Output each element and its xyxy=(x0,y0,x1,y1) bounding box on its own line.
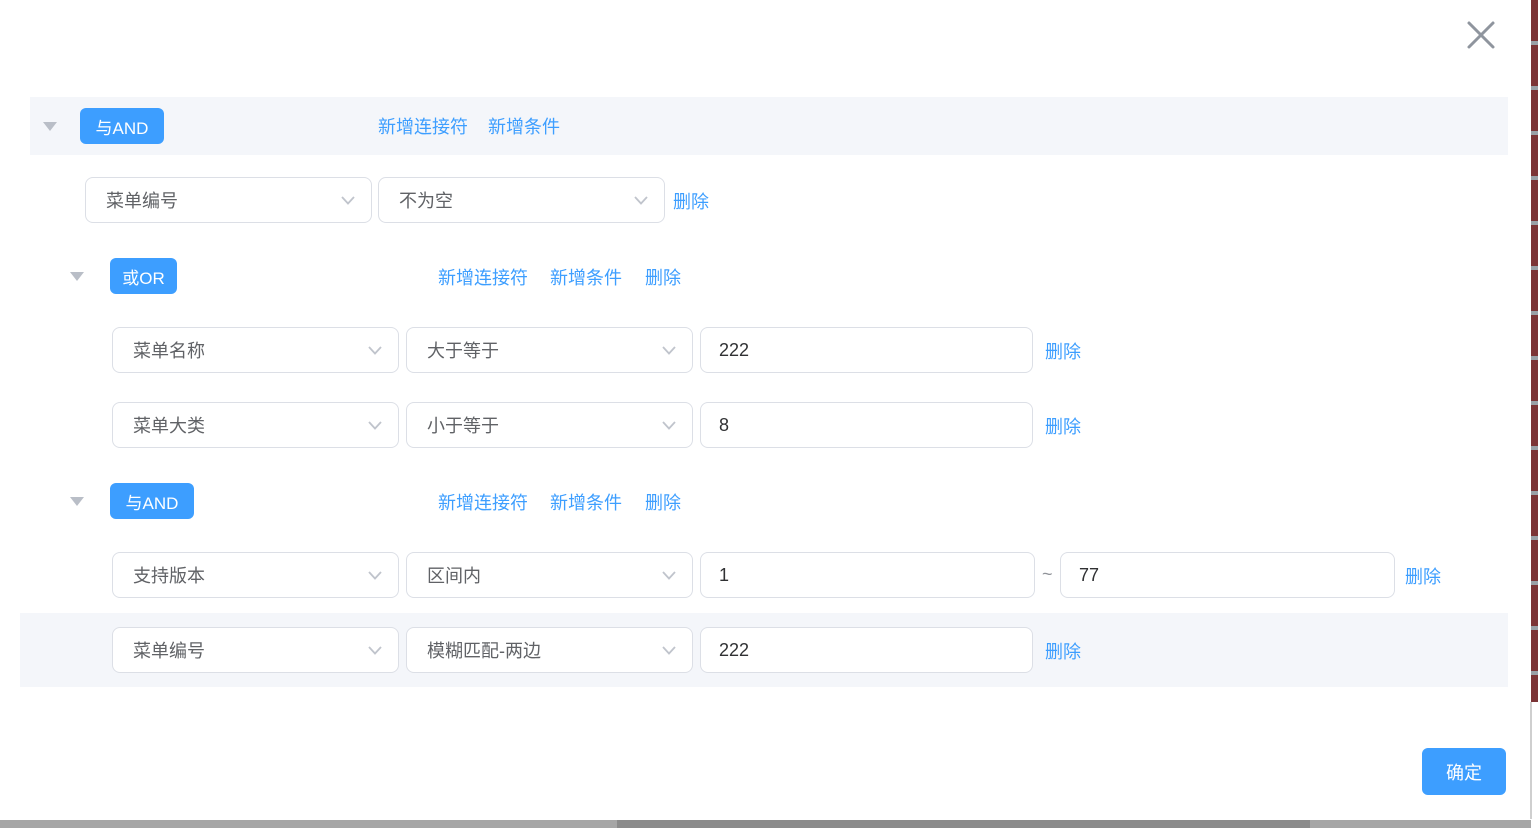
chevron-down-icon xyxy=(662,571,676,580)
delete-condition-link[interactable]: 删除 xyxy=(1045,338,1081,364)
chevron-down-icon xyxy=(662,421,676,430)
chevron-down-icon xyxy=(634,196,648,205)
add-condition-link[interactable]: 新增条件 xyxy=(488,113,560,139)
group-and-root-row: 与AND 新增连接符 新增条件 xyxy=(30,97,1508,155)
chevron-down-icon xyxy=(662,346,676,355)
chevron-down-icon xyxy=(368,571,382,580)
range-separator: ~ xyxy=(1042,564,1053,585)
operator-select-value: 小于等于 xyxy=(427,412,662,438)
collapse-caret-icon[interactable] xyxy=(70,497,84,506)
collapse-caret-icon[interactable] xyxy=(70,272,84,281)
add-condition-link[interactable]: 新增条件 xyxy=(550,264,622,290)
field-select[interactable]: 支持版本 xyxy=(112,552,399,598)
condition-row: 菜单编号 不为空 删除 xyxy=(0,177,1538,223)
condition-row-highlighted: 菜单编号 模糊匹配-两边 删除 xyxy=(20,613,1508,687)
close-button[interactable] xyxy=(1460,14,1502,56)
operator-select[interactable]: 模糊匹配-两边 xyxy=(406,627,693,673)
logic-badge-and[interactable]: 与AND xyxy=(110,483,194,519)
delete-condition-link[interactable]: 删除 xyxy=(1045,413,1081,439)
dialog-right-border xyxy=(1530,702,1532,819)
collapse-caret-icon[interactable] xyxy=(43,122,57,131)
chevron-down-icon xyxy=(368,646,382,655)
field-select[interactable]: 菜单名称 xyxy=(112,327,399,373)
condition-row: 支持版本 区间内 ~ 删除 xyxy=(0,552,1538,598)
value-input[interactable] xyxy=(700,627,1033,673)
field-select-value: 菜单编号 xyxy=(106,187,341,213)
operator-select-value: 模糊匹配-两边 xyxy=(427,637,662,663)
group-and-nested-row: 与AND 新增连接符 新增条件 删除 xyxy=(0,477,1538,525)
horizontal-scrollbar[interactable] xyxy=(0,820,1531,828)
range-to-input[interactable] xyxy=(1060,552,1395,598)
logic-badge-and[interactable]: 与AND xyxy=(80,108,164,144)
delete-condition-link[interactable]: 删除 xyxy=(1405,563,1441,589)
add-connector-link[interactable]: 新增连接符 xyxy=(438,489,528,515)
operator-select-value: 区间内 xyxy=(427,562,662,588)
field-select-value: 菜单大类 xyxy=(133,412,368,438)
field-select-value: 支持版本 xyxy=(133,562,368,588)
operator-select-value: 大于等于 xyxy=(427,337,662,363)
value-input[interactable] xyxy=(700,402,1033,448)
chevron-down-icon xyxy=(662,646,676,655)
operator-select[interactable]: 小于等于 xyxy=(406,402,693,448)
add-condition-link[interactable]: 新增条件 xyxy=(550,489,622,515)
operator-select[interactable]: 不为空 xyxy=(378,177,665,223)
delete-group-link[interactable]: 删除 xyxy=(645,264,681,290)
operator-select-value: 不为空 xyxy=(399,187,634,213)
add-connector-link[interactable]: 新增连接符 xyxy=(438,264,528,290)
delete-condition-link[interactable]: 删除 xyxy=(673,188,709,214)
horizontal-scrollbar-thumb[interactable] xyxy=(617,820,1310,828)
add-connector-link[interactable]: 新增连接符 xyxy=(378,113,468,139)
range-from-input[interactable] xyxy=(700,552,1035,598)
condition-row: 菜单名称 大于等于 删除 xyxy=(0,327,1538,373)
field-select[interactable]: 菜单编号 xyxy=(85,177,372,223)
operator-select[interactable]: 区间内 xyxy=(406,552,693,598)
close-icon xyxy=(1464,18,1498,52)
delete-group-link[interactable]: 删除 xyxy=(645,489,681,515)
chevron-down-icon xyxy=(368,346,382,355)
operator-select[interactable]: 大于等于 xyxy=(406,327,693,373)
chevron-down-icon xyxy=(368,421,382,430)
chevron-down-icon xyxy=(341,196,355,205)
condition-row: 菜单大类 小于等于 删除 xyxy=(0,402,1538,448)
confirm-button[interactable]: 确定 xyxy=(1422,748,1506,795)
field-select[interactable]: 菜单大类 xyxy=(112,402,399,448)
field-select[interactable]: 菜单编号 xyxy=(112,627,399,673)
value-input[interactable] xyxy=(700,327,1033,373)
delete-condition-link[interactable]: 删除 xyxy=(1045,638,1081,664)
group-or-row: 或OR 新增连接符 新增条件 删除 xyxy=(0,252,1538,300)
background-page-edge xyxy=(1531,0,1538,702)
field-select-value: 菜单名称 xyxy=(133,337,368,363)
field-select-value: 菜单编号 xyxy=(133,637,368,663)
logic-badge-or[interactable]: 或OR xyxy=(110,258,177,294)
